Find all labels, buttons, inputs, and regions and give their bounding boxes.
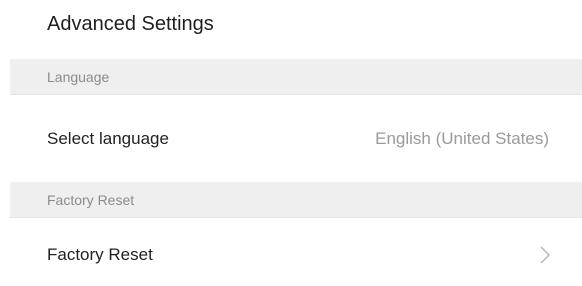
section-header-label: Factory Reset <box>47 192 135 208</box>
chevron-right-icon <box>540 246 550 264</box>
section-header-language: Language <box>10 59 582 95</box>
advanced-settings-screen: Advanced Settings Language Select langua… <box>0 0 582 286</box>
section-header-label: Language <box>47 69 110 85</box>
section-header-factory-reset: Factory Reset <box>10 182 582 218</box>
factory-reset-row[interactable]: Factory Reset <box>10 224 582 286</box>
selected-language-value: English (United States) <box>375 129 549 148</box>
page-title: Advanced Settings <box>47 13 214 35</box>
factory-reset-label: Factory Reset <box>47 245 153 264</box>
select-language-label: Select language <box>47 129 169 148</box>
select-language-row[interactable]: Select language English (United States) <box>10 108 582 170</box>
